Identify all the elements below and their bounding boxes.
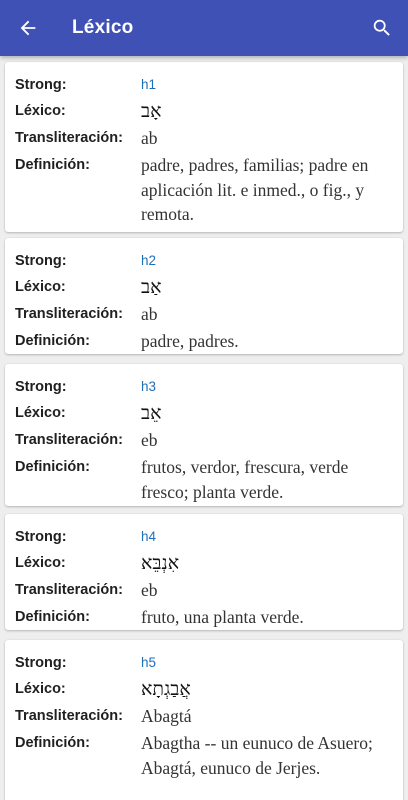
page-title: Léxico [72, 17, 134, 38]
lexico-label: Léxico: [15, 279, 66, 295]
lexico-label: Léxico: [15, 405, 66, 421]
transliteracion-value: eb [141, 430, 158, 450]
strong-label: Strong: [15, 77, 67, 93]
lexicon-card[interactable]: Strong: h1 Léxico: אָב Transliteración: … [5, 62, 403, 232]
strong-label: Strong: [15, 529, 67, 545]
definicion-label: Definición: [15, 609, 90, 625]
lexico-label: Léxico: [15, 555, 66, 571]
arrow-back-icon [20, 20, 36, 36]
transliteracion-value: Abagtá [141, 706, 192, 726]
definicion-value: padre, padres. [141, 331, 239, 351]
strong-row: Strong: h3 [5, 376, 403, 401]
transliteracion-label: Transliteración: [15, 708, 123, 724]
search-icon [373, 19, 390, 36]
transliteracion-value: ab [141, 304, 158, 324]
strong-label: Strong: [15, 253, 67, 269]
lexicon-card[interactable]: Strong: h2 Léxico: אַב Transliteración: … [5, 238, 403, 354]
strong-value: h1 [141, 77, 157, 92]
strong-label: Strong: [15, 655, 67, 671]
transliteracion-label: Transliteración: [15, 130, 123, 146]
definicion-value: frutos, verdor, frescura, verde fresco; … [141, 457, 349, 502]
definicion-value: fruto, una planta verde. [141, 607, 304, 627]
transliteracion-row: Transliteración: ab [5, 301, 403, 328]
strong-row: Strong: h5 [5, 652, 403, 677]
strong-row: Strong: h4 [5, 526, 403, 551]
lexico-row: Léxico: אַב [5, 275, 403, 301]
transliteracion-row: Transliteración: ab [5, 125, 403, 152]
lexicon-card[interactable]: Strong: h3 Léxico: אֵב Transliteración: … [5, 364, 403, 506]
strong-value: h4 [141, 529, 157, 544]
strong-value: h3 [141, 379, 157, 394]
definicion-row: Definición: padre, padres. [5, 328, 403, 354]
definicion-value: Abagtha -- un eunuco de Asuero; Abagtá, … [141, 733, 373, 778]
lexico-row: Léxico: אָב [5, 99, 403, 125]
definicion-label: Definición: [15, 157, 90, 173]
definicion-label: Definición: [15, 333, 90, 349]
transliteracion-label: Transliteración: [15, 582, 123, 598]
lexico-value: אֲבַגְתָא [141, 678, 191, 700]
definicion-row: Definición: Abagtha -- un eunuco de Asue… [5, 730, 403, 780]
lexicon-card[interactable]: Strong: h4 Léxico: אִנְבֵּא Transliterac… [5, 514, 403, 630]
transliteracion-label: Transliteración: [15, 432, 123, 448]
definicion-label: Definición: [15, 735, 90, 751]
lexico-label: Léxico: [15, 103, 66, 119]
definicion-row: Definición: fruto, una planta verde. [5, 604, 403, 630]
strong-label: Strong: [15, 379, 67, 395]
lexico-value: אִנְבֵּא [141, 552, 180, 574]
lexicon-card[interactable]: Strong: h5 Léxico: אֲבַגְתָא Translitera… [5, 640, 403, 800]
lexicon-list[interactable]: Strong: h1 Léxico: אָב Transliteración: … [0, 56, 408, 800]
transliteracion-value: ab [141, 128, 158, 148]
lexico-label: Léxico: [15, 681, 66, 697]
transliteracion-row: Transliteración: Abagtá [5, 703, 403, 730]
app-bar: Léxico [0, 0, 408, 56]
lexico-row: Léxico: אֵב [5, 401, 403, 427]
transliteracion-label: Transliteración: [15, 306, 123, 322]
strong-row: Strong: h2 [5, 250, 403, 275]
lexico-row: Léxico: אִנְבֵּא [5, 551, 403, 577]
transliteracion-value: eb [141, 580, 158, 600]
lexico-value: אַב [141, 276, 162, 298]
strong-value: h2 [141, 253, 157, 268]
strong-value: h5 [141, 655, 157, 670]
definicion-row: Definición: padre, padres, familias; pad… [5, 152, 403, 227]
transliteracion-row: Transliteración: eb [5, 427, 403, 454]
lexico-value: אֵב [141, 402, 162, 424]
strong-row: Strong: h1 [5, 74, 403, 99]
definicion-value: padre, padres, familias; padre en aplica… [141, 155, 369, 224]
definicion-label: Definición: [15, 459, 90, 475]
lexico-row: Léxico: אֲבַגְתָא [5, 677, 403, 703]
definicion-row: Definición: frutos, verdor, frescura, ve… [5, 454, 403, 504]
search-button[interactable] [366, 12, 398, 44]
back-button[interactable] [12, 12, 44, 44]
transliteracion-row: Transliteración: eb [5, 577, 403, 604]
lexico-value: אָב [141, 100, 162, 122]
